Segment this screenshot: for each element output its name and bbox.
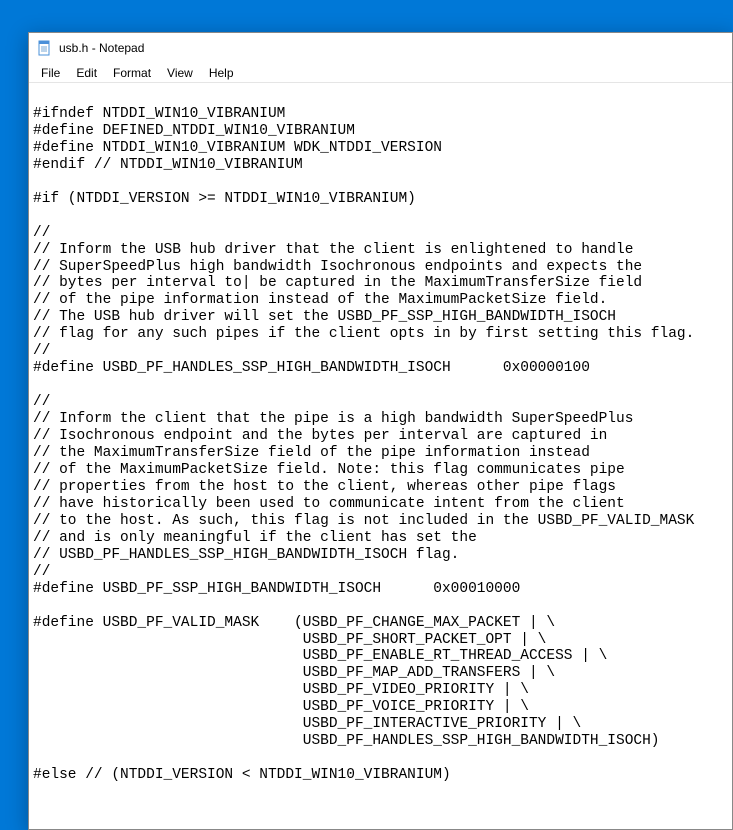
notepad-icon	[37, 40, 53, 56]
text-editor[interactable]: #ifndef NTDDI_WIN10_VIBRANIUM #define DE…	[29, 83, 732, 829]
notepad-window: usb.h - Notepad File Edit Format View He…	[28, 32, 733, 830]
menu-file[interactable]: File	[33, 64, 68, 82]
window-title: usb.h - Notepad	[59, 41, 144, 55]
menubar: File Edit Format View Help	[29, 63, 732, 83]
menu-view[interactable]: View	[159, 64, 201, 82]
menu-edit[interactable]: Edit	[68, 64, 105, 82]
menu-help[interactable]: Help	[201, 64, 242, 82]
titlebar[interactable]: usb.h - Notepad	[29, 33, 732, 63]
menu-format[interactable]: Format	[105, 64, 159, 82]
